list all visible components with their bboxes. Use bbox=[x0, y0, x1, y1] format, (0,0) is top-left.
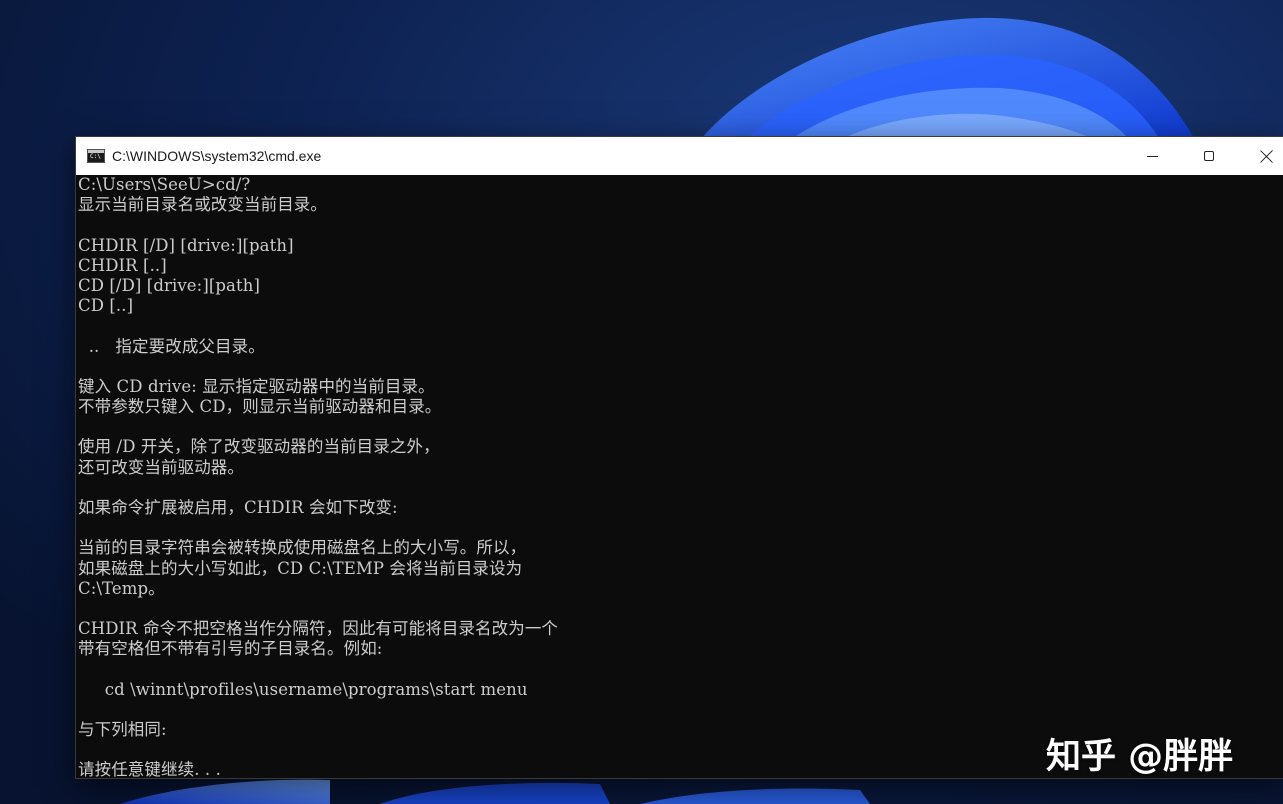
console-line: 如果命令扩展被启用，CHDIR 会如下改变: bbox=[78, 498, 398, 517]
cmd-icon-label: C:\ bbox=[90, 153, 101, 160]
console-line: 还可改变当前驱动器。 bbox=[78, 457, 244, 477]
minimize-icon bbox=[1146, 155, 1158, 157]
maximize-button[interactable] bbox=[1181, 137, 1237, 175]
console-line: .. 指定要改成父目录。 bbox=[78, 336, 265, 356]
cmd-window[interactable]: C:\ C:\WINDOWS\system32\cmd.exe C:\Users… bbox=[76, 137, 1283, 778]
console-line: 如果磁盘上的大小写如此，CD C:\TEMP 会将当前目录设为 bbox=[78, 558, 523, 578]
console-line: CHDIR [/D] [drive:][path] bbox=[78, 235, 294, 255]
console-line: C:\Users\SeeU>cd/? bbox=[78, 175, 251, 194]
console-line: CHDIR [..] bbox=[78, 255, 167, 275]
window-title: C:\WINDOWS\system32\cmd.exe bbox=[112, 148, 322, 164]
console-output[interactable]: C:\Users\SeeU>cd/? 显示当前目录名或改变当前目录。 CHDIR… bbox=[76, 175, 1283, 778]
console-line: 使用 /D 开关，除了改变驱动器的当前目录之外， bbox=[78, 437, 440, 457]
maximize-icon bbox=[1204, 151, 1214, 161]
console-line: cd \winnt\profiles\username\programs\sta… bbox=[78, 679, 528, 699]
console-line: CD [..] bbox=[78, 296, 134, 316]
title-bar[interactable]: C:\ C:\WINDOWS\system32\cmd.exe bbox=[76, 137, 1283, 176]
console-line: CD [/D] [drive:][path] bbox=[78, 275, 260, 295]
zhihu-watermark: 知乎 @胖胖 bbox=[1046, 737, 1234, 777]
console-line: 显示当前目录名或改变当前目录。 bbox=[78, 195, 327, 215]
console-line: C:\Temp。 bbox=[78, 578, 165, 598]
minimize-button[interactable] bbox=[1124, 137, 1180, 175]
console-line: 键入 CD drive: 显示指定驱动器中的当前目录。 bbox=[78, 376, 435, 396]
console-line: 不带参数只键入 CD，则显示当前驱动器和目录。 bbox=[78, 397, 442, 417]
console-line: CHDIR 命令不把空格当作分隔符，因此有可能将目录名改为一个 bbox=[78, 619, 559, 639]
console-line: 带有空格但不带有引号的子目录名。例如: bbox=[78, 639, 383, 659]
console-line: 当前的目录字符串会被转换成使用磁盘名上的大小写。所以， bbox=[78, 538, 527, 558]
close-icon bbox=[1260, 150, 1273, 163]
close-button[interactable] bbox=[1238, 137, 1283, 175]
cmd-icon[interactable]: C:\ bbox=[87, 149, 105, 163]
